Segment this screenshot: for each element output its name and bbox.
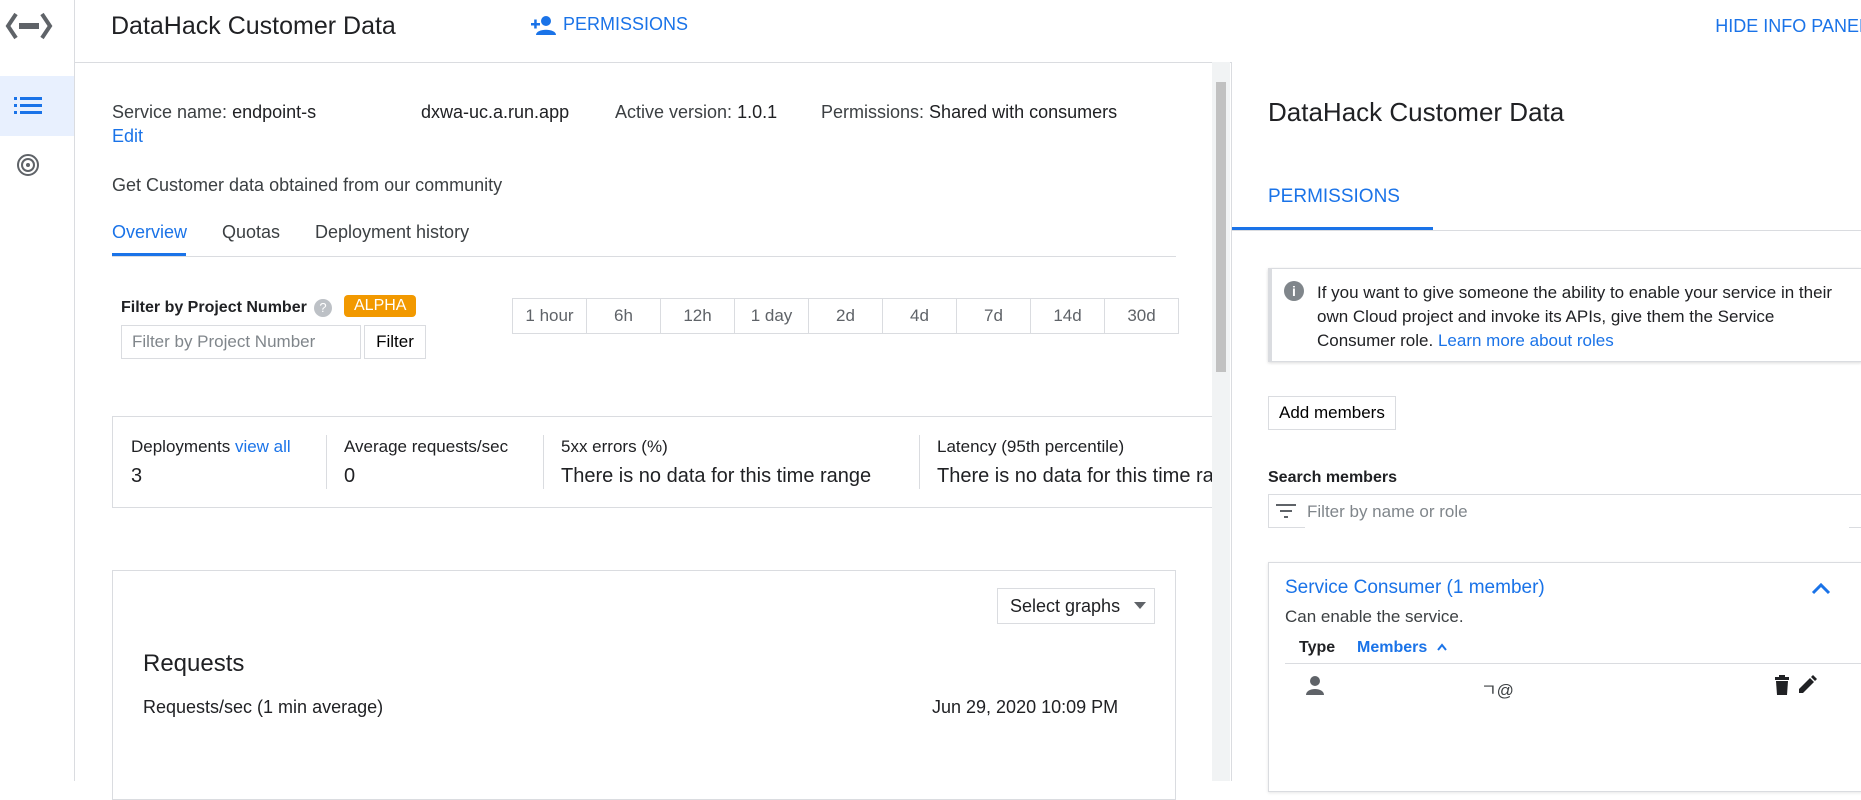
stat-deployments-value: 3 — [131, 465, 143, 487]
help-icon[interactable]: ? — [314, 299, 332, 317]
permissions-info: Permissions: Shared with consumers — [821, 102, 1117, 123]
filter-button[interactable]: Filter — [364, 325, 426, 359]
filter-label: Filter by Project Number — [121, 299, 307, 316]
stat-average-value: 0 — [344, 465, 356, 487]
time-range-1-hour[interactable]: 1 hour — [513, 299, 587, 333]
requests-date: Jun 29, 2020 10:09 PM — [932, 697, 1119, 717]
alpha-badge: ALPHA — [344, 295, 417, 317]
endpoints-logo-icon[interactable] — [4, 6, 54, 46]
time-range-12h[interactable]: 12h — [661, 299, 735, 333]
info-notice: i If you want to give someone the abilit… — [1268, 268, 1861, 362]
stat-deployments-label: Deployments — [131, 437, 231, 456]
active-version-label: Active version: — [615, 102, 733, 122]
time-range-30d[interactable]: 30d — [1105, 299, 1178, 333]
time-range-7d[interactable]: 7d — [957, 299, 1031, 333]
stat-deployments-label-wrap: Deployments view all — [131, 437, 291, 457]
select-graphs-dropdown[interactable]: Select graphs — [997, 588, 1155, 624]
tab-underline — [112, 253, 186, 256]
search-members-input[interactable] — [1305, 495, 1849, 529]
add-members-button[interactable]: Add members — [1268, 396, 1396, 430]
column-header-type: Type — [1299, 639, 1336, 656]
stat-errors-label: 5xx errors (%) — [561, 437, 668, 456]
filter-project-input[interactable] — [121, 325, 361, 359]
edit-link[interactable]: Edit — [112, 126, 143, 147]
time-range-4d[interactable]: 4d — [883, 299, 957, 333]
service-name-label: Service name: — [112, 102, 228, 122]
stat-latency-label: Latency (95th percentile) — [937, 437, 1125, 456]
stat-average-label: Average requests/sec — [344, 437, 509, 456]
filter-icon — [1276, 504, 1296, 518]
view-all-link[interactable]: view all — [235, 437, 291, 456]
info-text: If you want to give someone the ability … — [1317, 281, 1857, 353]
table-divider — [1285, 663, 1861, 664]
active-version-value: 1.0.1 — [737, 102, 778, 122]
info-panel-title: DataHack Customer Data — [1268, 97, 1565, 127]
permissions-info-value: Shared with consumers — [929, 102, 1118, 122]
active-version: Active version: 1.0.1 — [615, 102, 777, 123]
delete-icon[interactable] — [1773, 675, 1791, 695]
service-name-value-end: dxwa-uc.a.run.app — [421, 102, 570, 122]
role-card-service-consumer: Service Consumer (1 member) Can enable t… — [1268, 562, 1861, 792]
permissions-info-label: Permissions: — [821, 102, 925, 122]
tab-quotas[interactable]: Quotas — [222, 222, 280, 243]
service-description: Get Customer data obtained from our comm… — [112, 175, 503, 195]
learn-more-link[interactable]: Learn more about roles — [1438, 331, 1614, 350]
stat-divider — [543, 435, 544, 489]
info-panel: DataHack Customer Data PERMISSIONS i If … — [1231, 62, 1861, 792]
target-icon[interactable] — [16, 153, 40, 177]
tab-overview[interactable]: Overview — [112, 222, 187, 243]
service-name-value-start: endpoint-s — [232, 102, 317, 122]
time-range-14d[interactable]: 14d — [1031, 299, 1105, 333]
tab-deployment-history[interactable]: Deployment history — [315, 222, 469, 243]
panel-tab-divider — [1232, 230, 1861, 231]
service-name-end: dxwa-uc.a.run.app — [421, 102, 569, 123]
time-range-2d[interactable]: 2d — [809, 299, 883, 333]
search-members-box — [1268, 494, 1861, 529]
permissions-button[interactable]: PERMISSIONS — [531, 14, 688, 35]
stat-errors-value: There is no data for this time range — [561, 465, 872, 487]
search-members-label: Search members — [1268, 469, 1397, 486]
stat-divider — [326, 435, 327, 489]
role-title[interactable]: Service Consumer (1 member) — [1285, 577, 1545, 599]
tab-bar: Overview Quotas Deployment history — [112, 218, 1176, 257]
column-header-members[interactable]: Members — [1357, 639, 1448, 657]
edit-icon[interactable] — [1797, 675, 1817, 695]
chevron-up-icon[interactable] — [1809, 577, 1833, 601]
stat-latency-value: There is no data for this time ran — [937, 465, 1225, 487]
stat-divider — [919, 435, 920, 489]
member-email: ㄱ@ — [1481, 681, 1514, 700]
time-range-6h[interactable]: 6h — [587, 299, 661, 333]
permissions-label: PERMISSIONS — [563, 14, 689, 34]
list-icon — [14, 97, 42, 114]
page-title: DataHack Customer Data — [111, 12, 396, 40]
select-graphs-label: Select graphs — [1010, 595, 1121, 616]
time-range-selector: 1 hour 6h 12h 1 day 2d 4d 7d 14d 30d — [512, 298, 1179, 334]
info-icon: i — [1284, 281, 1304, 301]
time-range-1-day[interactable]: 1 day — [735, 299, 809, 333]
column-members-label: Members — [1357, 639, 1428, 656]
requests-subtitle: Requests/sec (1 min average) — [143, 697, 384, 717]
tab-permissions[interactable]: PERMISSIONS — [1268, 186, 1400, 208]
person-icon — [1306, 676, 1324, 695]
page-header: DataHack Customer Data PERMISSIONS HIDE … — [75, 0, 1861, 63]
requests-title: Requests — [143, 650, 245, 677]
rail-item-list[interactable] — [0, 76, 74, 136]
role-description: Can enable the service. — [1285, 607, 1464, 626]
service-name: Service name: endpoint-s — [112, 102, 316, 123]
person-add-icon — [531, 15, 556, 35]
panel-tab-underline — [1232, 227, 1433, 230]
scrollbar-thumb[interactable] — [1216, 82, 1226, 372]
hide-info-panel-button[interactable]: HIDE INFO PANEL — [1715, 16, 1861, 37]
dropdown-arrow-icon — [1134, 602, 1147, 609]
left-rail — [0, 0, 75, 781]
stats-strip: Deployments view all 3 Average requests/… — [112, 416, 1225, 508]
arrow-up-icon — [1436, 643, 1447, 651]
